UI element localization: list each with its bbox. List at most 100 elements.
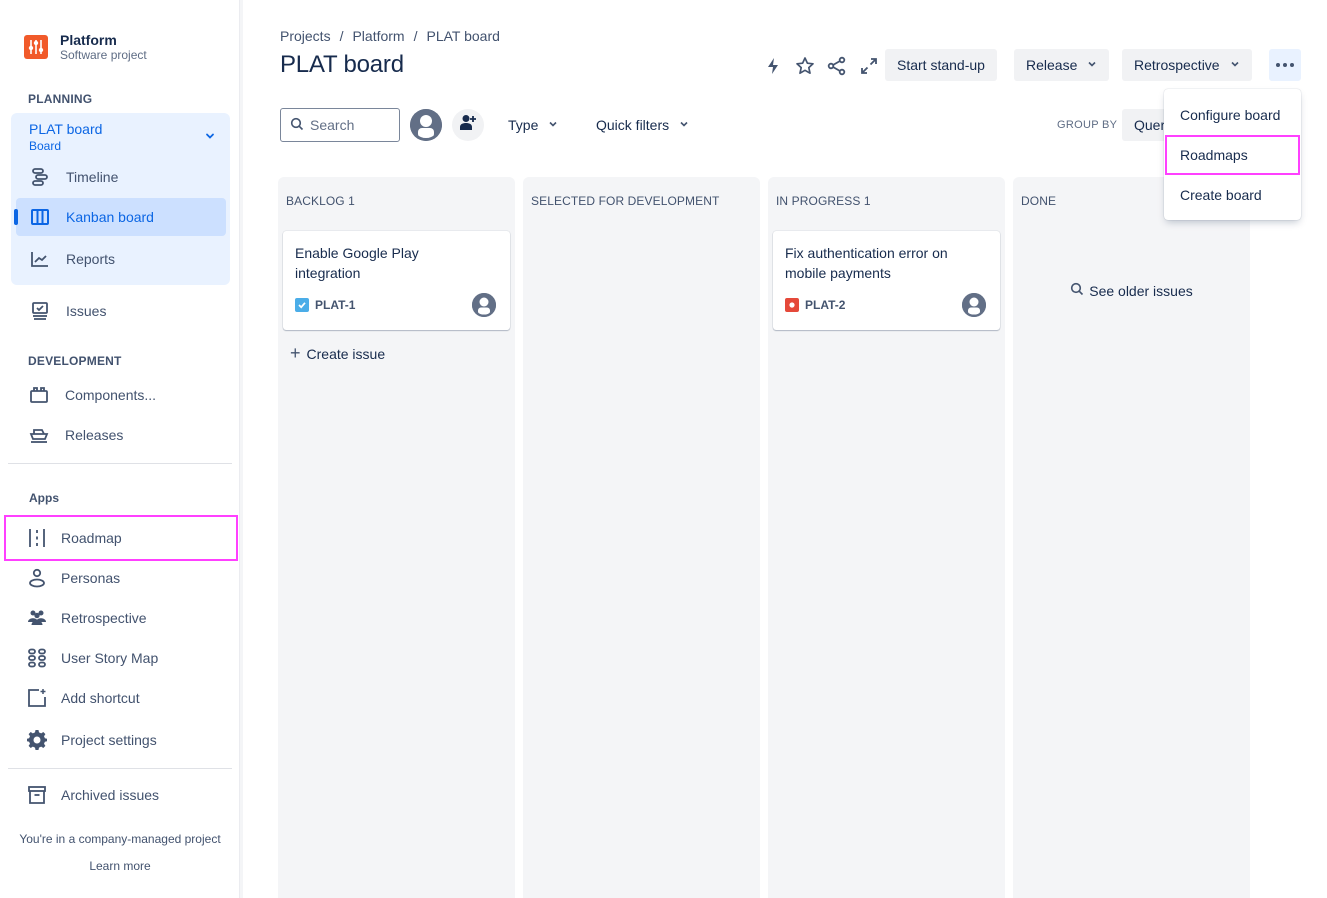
menu-item-roadmaps[interactable]: Roadmaps [1165,135,1300,175]
add-shortcut-icon [25,686,49,710]
issue-key[interactable]: PLAT-1 [315,298,355,312]
sidebar-item-label: Releases [65,427,124,443]
share-icon[interactable] [825,54,849,78]
issue-key[interactable]: PLAT-2 [805,298,845,312]
issue-card[interactable]: Enable Google Play integration PLAT-1 [283,231,510,330]
add-people-button[interactable] [452,109,484,141]
more-actions-menu: Configure board Roadmaps Create board [1164,89,1301,220]
create-issue-button[interactable]: + Create issue [290,343,385,364]
release-button[interactable]: Release [1014,49,1110,81]
chevron-down-icon [1087,59,1097,72]
more-dot [1290,63,1294,67]
sidebar-resize-handle[interactable] [240,0,243,898]
planning-section-label: PLANNING [28,92,93,106]
see-older-issues-button[interactable]: See older issues [1013,282,1250,299]
sidebar-item-components[interactable]: Components... [15,376,225,414]
development-section-label: DEVELOPMENT [28,354,122,368]
breadcrumb-separator: / [413,28,418,44]
sidebar-item-project-settings[interactable]: Project settings [4,720,238,760]
board-icon [28,205,52,229]
release-label: Release [1026,57,1078,73]
learn-more-link[interactable]: Learn more [0,859,240,873]
chevron-down-icon[interactable] [204,129,216,147]
breadcrumb: Projects / Platform / PLAT board [280,28,500,44]
avatar[interactable] [410,109,442,141]
board-subtitle: Board [29,139,62,153]
releases-icon [27,423,51,447]
group-by-label: GROUP BY [1057,119,1118,131]
chevron-down-icon [679,119,689,132]
more-dot [1283,63,1287,67]
sidebar-item-label: Issues [66,303,107,319]
column-title: SELECTED FOR DEVELOPMENT [531,194,720,208]
breadcrumb-projects[interactable]: Projects [280,28,331,44]
star-icon[interactable] [793,54,817,78]
plus-icon: + [290,343,301,363]
sidebar-item-timeline[interactable]: Timeline [16,158,226,196]
lightning-icon[interactable] [761,54,785,78]
search-placeholder: Search [310,117,355,133]
board-column-selected-for-development: SELECTED FOR DEVELOPMENT [523,177,760,898]
fullscreen-icon[interactable] [857,54,881,78]
search-icon [290,117,304,134]
company-managed-notice: You're in a company-managed project [19,832,221,846]
project-name: Platform [60,32,117,48]
breadcrumb-separator: / [339,28,344,44]
assignee-avatar[interactable] [962,293,986,317]
column-title: DONE [1021,194,1057,208]
sidebar-item-label: Project settings [61,732,157,748]
issue-title: Fix authentication error on mobile payme… [785,245,948,281]
assignee-avatar[interactable] [472,293,496,317]
sidebar-item-kanban-board[interactable]: Kanban board [16,198,226,236]
issue-card[interactable]: Fix authentication error on mobile payme… [773,231,1000,330]
column-title: IN PROGRESS 1 [776,194,871,208]
project-logo-icon [24,35,48,59]
sidebar-item-label: Components... [65,387,157,403]
sidebar-item-archived-issues[interactable]: Archived issues [4,775,238,815]
sidebar-item-roadmap[interactable]: Roadmap [4,515,238,561]
retrospective-label: Retrospective [1134,57,1220,73]
sidebar-item-label: Timeline [66,169,119,185]
menu-item-label: Create board [1180,187,1262,203]
breadcrumb-board[interactable]: PLAT board [426,28,499,44]
issues-icon [28,299,52,323]
board-column-done: DONE See older issues [1013,177,1250,898]
task-type-icon [295,298,309,312]
sidebar-item-retrospective[interactable]: Retrospective [4,598,238,638]
board-column-in-progress: IN PROGRESS 1 Fix authentication error o… [768,177,1005,898]
gear-icon [25,728,49,752]
board-column-backlog: BACKLOG 1 Enable Google Play integration… [278,177,515,898]
chevron-down-icon [1230,59,1240,72]
menu-item-create-board[interactable]: Create board [1164,175,1301,215]
more-dot [1276,63,1280,67]
sidebar-item-label: Add shortcut [61,690,140,706]
sidebar-item-releases[interactable]: Releases [15,416,225,454]
search-input[interactable]: Search [280,108,400,142]
quick-filters[interactable]: Quick filters [596,109,689,141]
more-actions-button[interactable] [1269,49,1301,81]
sidebar-item-reports[interactable]: Reports [16,240,226,278]
start-standup-button[interactable]: Start stand-up [885,49,997,81]
sidebar-item-personas[interactable]: Personas [4,558,238,598]
menu-item-configure-board[interactable]: Configure board [1164,95,1301,135]
board-title: PLAT board [29,121,103,137]
sidebar-item-add-shortcut[interactable]: Add shortcut [4,678,238,718]
bug-type-icon [785,298,799,312]
sidebar-item-label: Kanban board [66,209,154,225]
sidebar-item-user-story-map[interactable]: User Story Map [4,638,238,678]
breadcrumb-platform[interactable]: Platform [352,28,404,44]
type-filter-label: Type [508,117,539,133]
archive-icon [25,783,49,807]
components-icon [27,383,51,407]
type-filter[interactable]: Type [508,109,558,141]
sidebar-item-issues[interactable]: Issues [16,292,226,330]
sidebar-item-label: Personas [61,570,121,586]
story-map-icon [25,646,49,670]
retrospective-button[interactable]: Retrospective [1122,49,1252,81]
quick-filters-label: Quick filters [596,117,670,133]
project-header[interactable]: Platform Software project [24,32,147,62]
roadmap-icon [25,526,49,550]
add-person-icon [458,113,478,138]
apps-section-label: Apps [29,491,59,505]
person-icon [25,566,49,590]
